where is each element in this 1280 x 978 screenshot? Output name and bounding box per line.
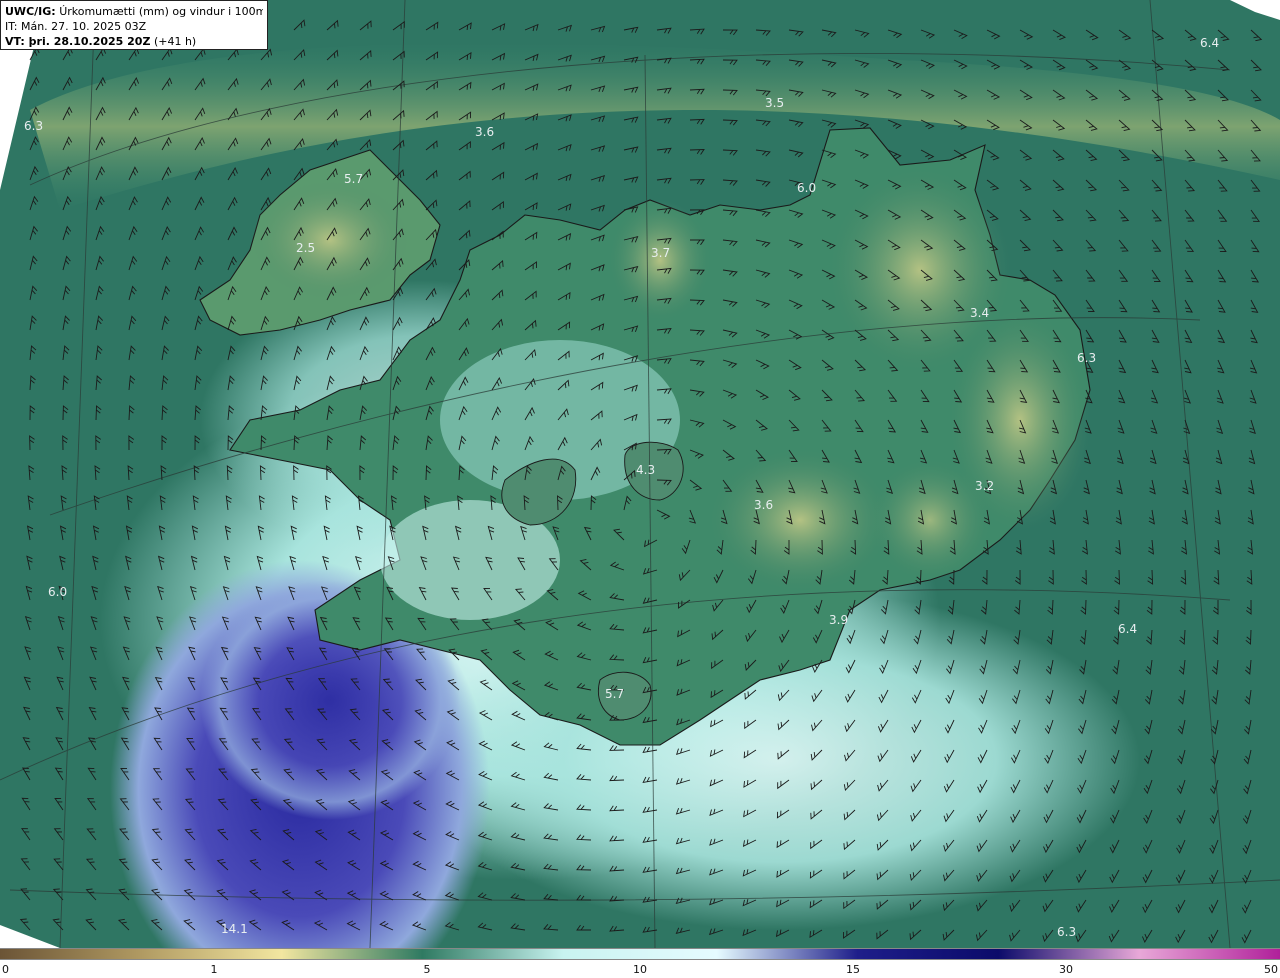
map-label: 4.3 [636,463,655,477]
map-label: 3.6 [475,125,494,139]
map-label: 6.0 [797,181,816,195]
map-label: 3.4 [970,306,989,320]
map-label: 5.7 [605,687,624,701]
color-legend: 0 1 5 10 15 30 50 [0,948,1280,978]
map-title: Úrkomumætti (mm) og vindur i 100m hæð [59,5,263,18]
map-label: 2.5 [296,241,315,255]
map-label: 3.5 [765,96,784,110]
title-box: UWC/IG: Úrkomumætti (mm) og vindur i 100… [0,0,268,50]
valid-time: VT: þri. 28.10.2025 20Z [5,35,151,48]
legend-tick: 50 [1264,963,1278,976]
init-time: IT: Mán. 27. 10. 2025 03Z [5,20,147,33]
map-label: 3.9 [829,613,848,627]
legend-tick: 0 [2,963,9,976]
map-label: 6.0 [48,585,67,599]
legend-colorbar [0,948,1280,960]
legend-tick: 1 [210,963,218,976]
map-label: 5.7 [344,172,363,186]
legend-tick: 30 [1059,963,1073,976]
lead-time: (+41 h) [153,35,197,48]
map-label: 6.3 [1077,351,1096,365]
model-name: UWC/IG: [5,5,56,18]
map-label: 14.1 [221,922,248,936]
map-label: 6.3 [24,119,43,133]
map-label: 6.4 [1200,36,1219,50]
map-label: 3.6 [754,498,773,512]
legend-tick: 10 [633,963,647,976]
map-label: 3.7 [651,246,670,260]
map-label: 3.2 [975,479,994,493]
legend-tick: 5 [423,963,431,976]
map-label: 6.4 [1118,622,1137,636]
map-label: 6.3 [1057,925,1076,939]
weather-map: 6.3 3.6 3.5 6.4 5.7 2.5 6.0 3.7 3.4 6.3 … [0,0,1280,948]
legend-tick: 15 [846,963,860,976]
